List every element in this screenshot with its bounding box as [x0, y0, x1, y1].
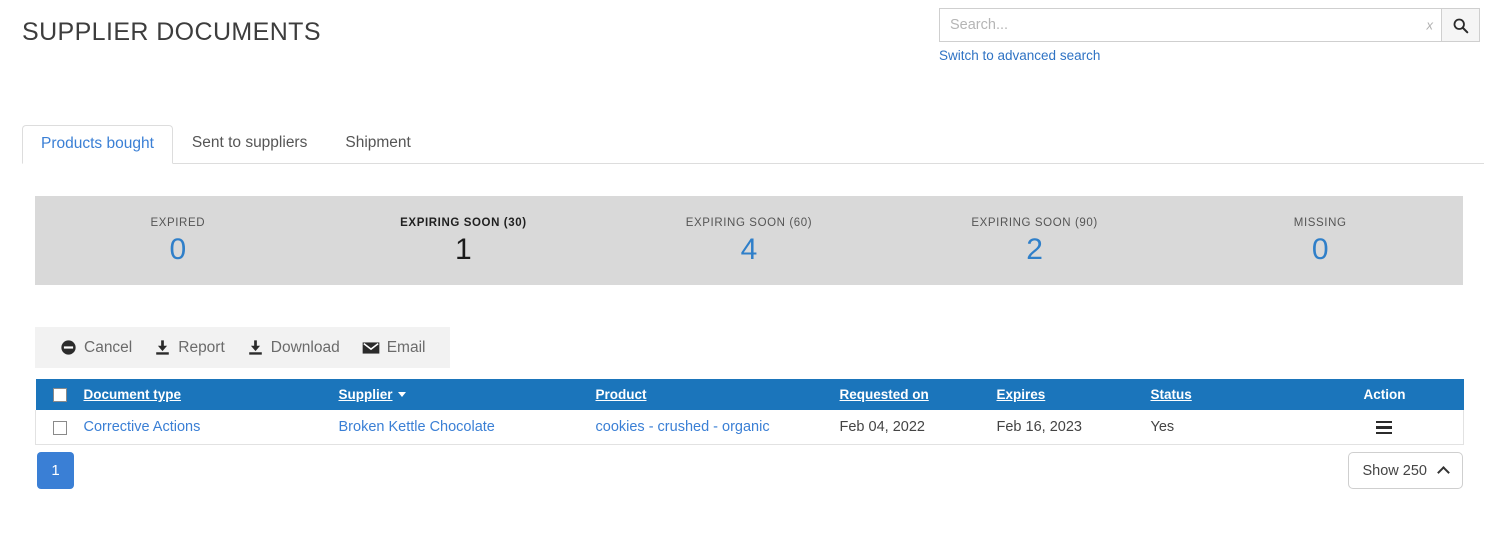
column-header-status[interactable]: Status	[1150, 379, 1306, 411]
column-header-document-type[interactable]: Document type	[83, 379, 339, 411]
column-header-product[interactable]: Product	[595, 379, 840, 411]
stat-label: EXPIRED	[150, 216, 206, 229]
cell-product: cookies - crushed - organic	[595, 410, 840, 446]
chevron-up-icon	[1437, 466, 1450, 479]
tab-bar: Products bought Sent to suppliers Shipme…	[22, 124, 1484, 164]
supplier-documents-page: SUPPLIER DOCUMENTS x Switch to advanced …	[0, 0, 1496, 555]
stat-expiring-soon-90[interactable]: EXPIRING SOON (90) 2	[892, 196, 1178, 285]
pagination-page-1[interactable]: 1	[37, 452, 74, 489]
cancel-button[interactable]: Cancel	[49, 327, 143, 368]
column-label: Action	[1363, 387, 1406, 403]
stat-label: EXPIRING SOON (30)	[400, 216, 527, 229]
page-title: SUPPLIER DOCUMENTS	[22, 18, 321, 46]
documents-table: Document type Supplier Product Requested…	[35, 379, 1464, 446]
cell-document-type: Corrective Actions	[83, 410, 339, 446]
column-label: Document type	[83, 387, 182, 403]
select-all-checkbox[interactable]	[52, 388, 67, 403]
action-toolbar: Cancel Report Download Email	[35, 327, 451, 368]
cell-expires: Feb 16, 2023	[996, 410, 1151, 446]
page-size-select[interactable]: Show 250	[1347, 452, 1463, 489]
column-header-supplier[interactable]: Supplier	[338, 379, 596, 411]
table-row: Corrective Actions Broken Kettle Chocola…	[35, 410, 1464, 446]
search-bar: x	[939, 8, 1480, 42]
download-icon	[156, 340, 170, 355]
cell-status: Yes	[1150, 410, 1306, 446]
stat-value: 0	[1311, 232, 1329, 266]
table-body: Corrective Actions Broken Kettle Chocola…	[35, 410, 1464, 446]
download-label: Download	[270, 338, 340, 356]
envelope-icon	[362, 341, 380, 354]
report-button[interactable]: Report	[143, 327, 236, 368]
search-icon	[1453, 18, 1469, 33]
download-button[interactable]: Download	[236, 327, 351, 368]
sort-descending-icon	[397, 392, 406, 398]
hamburger-menu-icon[interactable]	[1376, 420, 1393, 435]
column-label: Requested on	[839, 387, 929, 403]
stat-expiring-soon-60[interactable]: EXPIRING SOON (60) 4	[606, 196, 892, 285]
search-box: x	[939, 8, 1442, 42]
document-type-link[interactable]: Corrective Actions	[84, 419, 201, 435]
row-checkbox[interactable]	[52, 420, 67, 435]
stat-label: EXPIRING SOON (90)	[971, 216, 1098, 229]
column-label: Product	[595, 387, 647, 403]
tab-label: Sent to suppliers	[191, 134, 308, 151]
search-button[interactable]	[1442, 8, 1480, 42]
stat-expiring-soon-30[interactable]: EXPIRING SOON (30) 1	[321, 196, 607, 285]
email-label: Email	[386, 338, 426, 356]
ban-icon	[61, 340, 76, 355]
stat-expired[interactable]: EXPIRED 0	[35, 196, 321, 285]
supplier-link[interactable]: Broken Kettle Chocolate	[339, 419, 495, 435]
product-link[interactable]: cookies - crushed - organic	[596, 419, 770, 435]
column-label: Status	[1150, 387, 1192, 403]
advanced-search-link[interactable]: Switch to advanced search	[939, 48, 1100, 63]
column-header-requested-on[interactable]: Requested on	[839, 379, 997, 411]
status-summary-bar: EXPIRED 0 EXPIRING SOON (30) 1 EXPIRING …	[35, 196, 1463, 285]
stat-value: 4	[740, 232, 758, 266]
stat-label: MISSING	[1293, 216, 1347, 229]
stat-missing[interactable]: MISSING 0	[1177, 196, 1463, 285]
email-button[interactable]: Email	[351, 327, 437, 368]
page-size-label: Show 250	[1362, 462, 1428, 479]
tab-label: Shipment	[345, 134, 411, 151]
stat-value: 2	[1026, 232, 1043, 266]
stat-label: EXPIRING SOON (60)	[685, 216, 813, 229]
table-header: Document type Supplier Product Requested…	[35, 379, 1464, 411]
cell-requested-on: Feb 04, 2022	[839, 410, 997, 446]
stat-value: 0	[169, 232, 187, 266]
table-header-row: Document type Supplier Product Requested…	[35, 379, 1464, 411]
tab-shipment[interactable]: Shipment	[326, 124, 429, 163]
column-label: Expires	[996, 387, 1046, 403]
column-label: Supplier	[338, 387, 393, 403]
select-all-header	[35, 379, 84, 411]
cell-action	[1305, 410, 1464, 446]
report-label: Report	[178, 338, 225, 356]
stat-value: 1	[455, 232, 472, 266]
clear-search-icon[interactable]: x	[1427, 18, 1434, 33]
download-icon	[248, 340, 262, 355]
tab-sent-to-suppliers[interactable]: Sent to suppliers	[173, 124, 326, 163]
tab-label: Products bought	[41, 135, 154, 152]
cancel-label: Cancel	[84, 338, 133, 356]
cell-supplier: Broken Kettle Chocolate	[338, 410, 596, 446]
search-input[interactable]	[940, 9, 1441, 41]
column-header-action: Action	[1305, 379, 1464, 411]
tab-products-bought[interactable]: Products bought	[22, 125, 173, 164]
row-select-cell	[35, 410, 84, 446]
column-header-expires[interactable]: Expires	[996, 379, 1151, 411]
